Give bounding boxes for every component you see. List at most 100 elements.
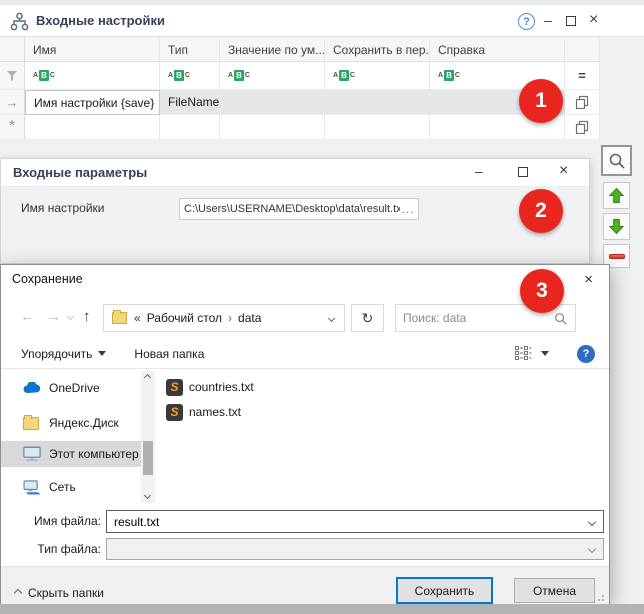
setting-default-cell[interactable] (220, 90, 325, 115)
search-tool-button[interactable] (601, 145, 632, 176)
scrollbar-thumb[interactable] (143, 441, 153, 475)
header-indicator-cell (0, 38, 25, 62)
copy-row-button[interactable] (565, 115, 600, 140)
maximize-button[interactable] (518, 167, 528, 177)
file-fields-area: Имя файла: Тип файла: (1, 506, 609, 566)
setting-name-label: Имя настройки (21, 201, 105, 215)
organize-button[interactable]: Упорядочить (21, 347, 92, 361)
move-down-button[interactable] (603, 213, 630, 240)
filetype-dropdown-chevron-icon (588, 545, 596, 553)
filetype-label: Тип файла: (1, 542, 101, 556)
filter-equals-icon[interactable]: = (565, 62, 600, 90)
new-folder-button[interactable]: Новая папка (134, 347, 204, 361)
window3-save-dialog: Сохранение × ← → ↑ « Рабочий стол › data… (0, 264, 610, 604)
column-header-help[interactable]: Справка (430, 38, 565, 62)
filter-cell-default[interactable]: ABC (220, 62, 325, 90)
filter-cell-name[interactable]: ABC (25, 62, 160, 90)
dialog-toolbar: Упорядочить Новая папка ? (1, 339, 609, 369)
network-icon (23, 479, 41, 495)
filter-cell-type[interactable]: ABC (160, 62, 220, 90)
window2-titlebar: Входные параметры – × (1, 159, 589, 187)
table-row[interactable]: * (0, 115, 600, 140)
column-header-name[interactable]: Имя (25, 38, 160, 62)
chevron-up-icon (14, 589, 22, 597)
abc-filter-icon: ABC (438, 70, 460, 81)
copy-icon (575, 120, 589, 134)
sidebar-item-yandex-disk[interactable]: Яндекс.Диск (1, 412, 141, 434)
cancel-button[interactable]: Отмена (514, 578, 595, 603)
up-button[interactable]: ↑ (83, 308, 91, 325)
dialog-footer: Скрыть папки Сохранить Отмена (1, 566, 609, 605)
recent-locations-chevron-icon[interactable] (67, 313, 74, 320)
sidebar-item-this-pc[interactable]: Этот компьютер (1, 441, 141, 467)
view-mode-icon[interactable] (515, 346, 532, 361)
setting-type-cell[interactable]: FileName (160, 90, 220, 115)
refresh-icon: ↻ (362, 310, 374, 327)
filter-indicator-cell (0, 62, 25, 90)
list-item-names[interactable]: S names.txt (166, 402, 241, 422)
minimize-button[interactable]: – (475, 164, 483, 178)
minimize-button[interactable]: – (544, 13, 552, 27)
filename-dropdown-chevron-icon[interactable] (588, 517, 596, 525)
file-path-input[interactable] (179, 198, 419, 220)
search-input[interactable] (396, 311, 546, 325)
breadcrumb-separator: › (228, 311, 232, 325)
move-up-button[interactable] (603, 182, 630, 209)
column-header-actions (565, 38, 600, 62)
help-icon[interactable]: ? (518, 13, 535, 30)
forward-button[interactable]: → (46, 308, 61, 325)
onedrive-cloud-icon (23, 380, 41, 396)
copy-row-button[interactable] (565, 90, 600, 115)
save-button[interactable]: Сохранить (396, 577, 493, 604)
close-button[interactable]: × (584, 271, 593, 288)
new-type-cell[interactable] (160, 115, 220, 140)
abc-filter-icon: ABC (168, 70, 190, 81)
breadcrumb-collapse[interactable]: « (134, 311, 141, 325)
column-header-type[interactable]: Тип (160, 38, 220, 62)
abc-filter-icon: ABC (228, 70, 250, 81)
new-save-cell[interactable] (325, 115, 430, 140)
sidebar-scrollbar[interactable] (141, 371, 155, 503)
column-header-default[interactable]: Значение по ум... (220, 38, 325, 62)
sidebar-item-onedrive[interactable]: OneDrive (1, 377, 141, 399)
hide-folders-button[interactable]: Скрыть папки (15, 586, 104, 600)
new-name-cell[interactable] (25, 115, 160, 140)
scroll-down-icon[interactable] (144, 492, 151, 499)
green-down-arrow-icon (608, 218, 625, 235)
help-button[interactable]: ? (577, 345, 595, 363)
breadcrumb-data[interactable]: data (238, 311, 261, 325)
view-mode-caret-icon[interactable] (541, 351, 549, 356)
breadcrumb-desktop[interactable]: Рабочий стол (147, 311, 222, 325)
new-default-cell[interactable] (220, 115, 325, 140)
setting-save-cell[interactable] (325, 90, 430, 115)
list-item-countries[interactable]: S countries.txt (166, 377, 254, 397)
step-badge-3: 3 (520, 269, 564, 313)
filename-input[interactable] (107, 515, 589, 529)
navigation-bar: ← → ↑ « Рабочий стол › data ↻ (1, 293, 609, 339)
resize-grip[interactable] (596, 593, 604, 601)
filter-cell-save[interactable]: ABC (325, 62, 430, 90)
close-button[interactable]: × (589, 12, 598, 28)
sidebar-item-network[interactable]: Сеть (1, 476, 141, 498)
address-bar[interactable]: « Рабочий стол › data (103, 304, 345, 332)
setting-name-cell[interactable]: Имя настройки {save} (25, 90, 160, 115)
refresh-button[interactable]: ↻ (351, 304, 384, 332)
filetype-combobox[interactable] (106, 538, 604, 560)
close-button[interactable]: × (559, 163, 568, 179)
filter-row: ABC ABC ABC ABC ABC = (0, 62, 600, 90)
back-button[interactable]: ← (20, 308, 35, 325)
column-header-save[interactable]: Сохранить в пер... (325, 38, 430, 62)
maximize-button[interactable] (566, 16, 576, 26)
text-file-icon: S (166, 379, 183, 396)
table-row[interactable]: → Имя настройки {save} FileName (0, 90, 600, 115)
address-dropdown-chevron-icon[interactable] (328, 314, 335, 321)
filename-label: Имя файла: (1, 514, 101, 528)
current-row-indicator: → (0, 90, 25, 115)
settings-table: Имя Тип Значение по ум... Сохранить в пе… (0, 38, 600, 140)
browse-ellipsis-button[interactable]: ... (399, 198, 417, 220)
screenshot-canvas: Входные настройки ? – × Имя Тип Значение… (0, 0, 644, 614)
new-row-indicator: * (0, 115, 25, 140)
scroll-up-icon[interactable] (144, 374, 151, 381)
filename-combobox[interactable] (106, 510, 604, 533)
text-file-icon: S (166, 404, 183, 421)
